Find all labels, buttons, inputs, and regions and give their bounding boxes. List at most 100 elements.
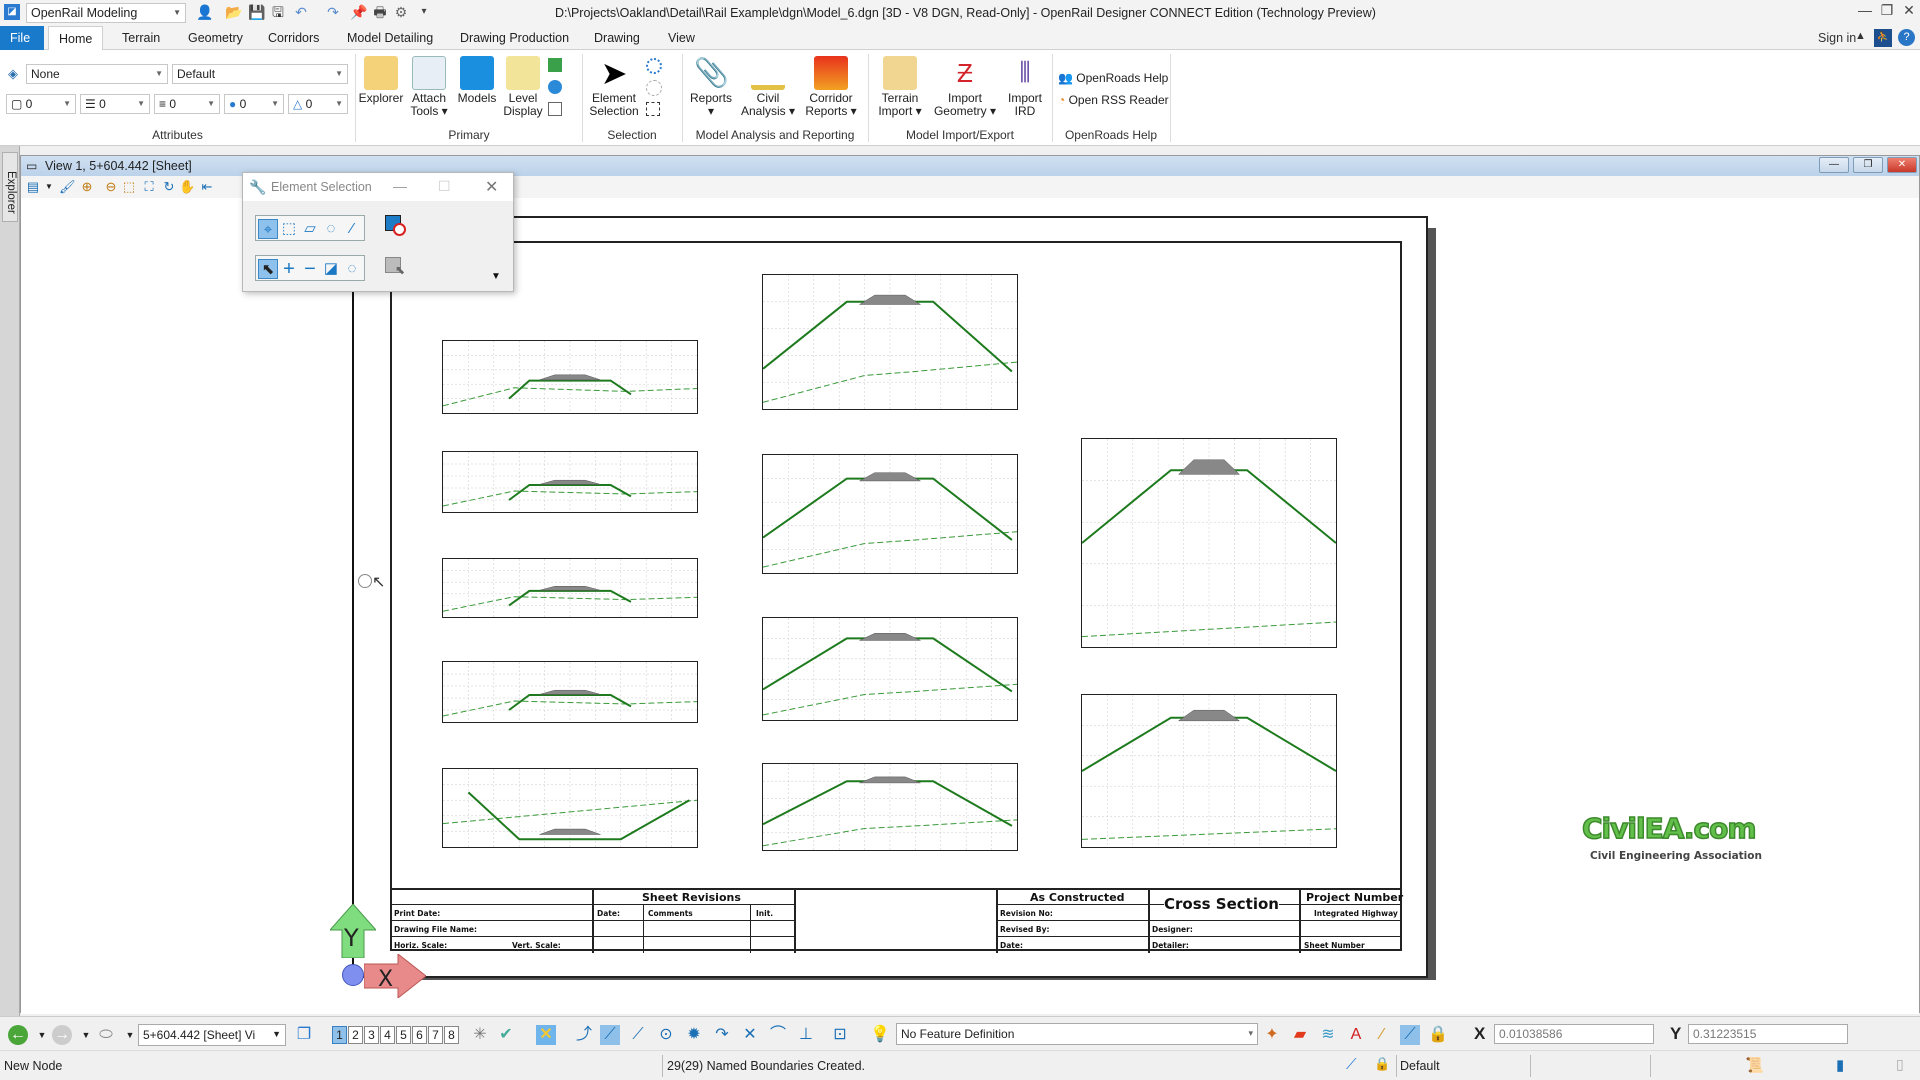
add-selection-icon[interactable]: + (279, 259, 299, 279)
weight-select[interactable]: ≡ 0 ▼ (154, 94, 220, 114)
select-all-icon[interactable] (646, 58, 662, 74)
restore-button[interactable]: ❐ (1876, 2, 1898, 22)
block-select-icon[interactable]: ⬚ (279, 219, 299, 239)
brush-icon[interactable]: 🖌 (59, 179, 76, 195)
circle-select-icon[interactable]: ◌ (321, 219, 341, 239)
view-restore-button[interactable]: ❐ (1853, 157, 1883, 173)
dialog-close-button[interactable]: ✕ (485, 177, 498, 197)
select-by-button[interactable]: ⬉ (385, 257, 407, 279)
help-icon[interactable]: ? (1898, 29, 1915, 46)
view-groups-icon[interactable]: ❐ (294, 1025, 314, 1045)
pencil-icon[interactable]: ⁄ (1372, 1025, 1392, 1045)
invert-selection-icon[interactable]: ◪ (321, 259, 341, 279)
properties-icon[interactable]: ⚙ (393, 4, 409, 20)
text-style-select[interactable]: Default ▼ (172, 64, 348, 84)
import-ird-button[interactable]: ⫼ Import IRD (1000, 56, 1050, 118)
zoom-out-icon[interactable]: ⊖ (103, 179, 119, 195)
rotate-view-icon[interactable]: ↻ (161, 179, 177, 195)
forward-icon[interactable]: → (52, 1025, 72, 1045)
undo-icon[interactable]: ↶ (293, 4, 309, 20)
collapse-ribbon-icon[interactable]: ▲ (1855, 30, 1866, 42)
expand-dialog-icon[interactable]: ▼ (491, 271, 501, 282)
level-select[interactable]: None ▼ (26, 64, 168, 84)
element-info-icon[interactable] (548, 58, 562, 72)
midpoint-snap-icon[interactable]: ⟋ (628, 1025, 648, 1045)
minimize-button[interactable]: — (1854, 2, 1876, 22)
dialog-minimize-button[interactable]: — (393, 178, 407, 194)
zoom-in-icon[interactable]: ⊕ (79, 179, 95, 195)
attach-tools-button[interactable]: Attach Tools ▾ (406, 56, 452, 118)
explorer-tab[interactable]: Explorer (2, 152, 18, 222)
script-icon[interactable]: 📜 (1745, 1056, 1764, 1074)
explorer-button[interactable]: Explorer (358, 56, 404, 105)
properties-icon[interactable] (548, 80, 562, 94)
individual-select-icon[interactable]: ⌖ (258, 219, 278, 239)
dialog-title-bar[interactable]: 🔧 Element Selection — ☐ ✕ (243, 173, 513, 201)
chevron-down-icon[interactable]: ▼ (120, 1025, 140, 1045)
shape-select-icon[interactable]: ▱ (300, 219, 320, 239)
feature-lightbulb-icon[interactable]: 💡 (870, 1025, 890, 1045)
selection-by-fence-icon[interactable] (646, 102, 660, 116)
lock-status-icon[interactable]: 🔒 (1374, 1056, 1390, 1072)
redo-icon[interactable]: ↷ (325, 4, 341, 20)
origin-snap-icon[interactable]: ✹ (684, 1025, 704, 1045)
pan-view-icon[interactable]: ✋ (179, 179, 195, 195)
intersection-snap-icon[interactable]: ✕ (740, 1025, 760, 1045)
view-page-4[interactable]: 4 (380, 1026, 395, 1044)
x-snap-icon[interactable]: ✕ (536, 1025, 556, 1045)
tab-file[interactable]: File (0, 26, 44, 50)
view-previous-icon[interactable]: ⇤ (199, 179, 215, 195)
view-select[interactable]: 5+604.442 [Sheet] Vi ▼ (138, 1024, 286, 1046)
window-area-icon[interactable]: ⬚ (121, 179, 137, 195)
view-page-5[interactable]: 5 (396, 1026, 411, 1044)
linestyle-select[interactable]: ☰ 0 ▼ (80, 94, 150, 114)
open-folder-icon[interactable]: 📂 (225, 4, 242, 20)
view-page-6[interactable]: 6 (412, 1026, 427, 1044)
clear-selection-icon[interactable] (646, 80, 662, 96)
view-page-8[interactable]: 8 (444, 1026, 459, 1044)
bisector-snap-icon[interactable]: ⊡ (830, 1025, 850, 1045)
chevron-down-icon[interactable]: ▼ (41, 179, 57, 195)
corridor-icon[interactable]: ▰ (1290, 1025, 1310, 1045)
feature-match-icon[interactable]: ✦ (1262, 1025, 1282, 1045)
close-button[interactable]: ✕ (1898, 2, 1920, 22)
lock-icon[interactable]: 🔒 (1428, 1025, 1448, 1045)
view-close-button[interactable]: ✕ (1887, 157, 1917, 173)
center-snap-icon[interactable]: ⊙ (656, 1025, 676, 1045)
document-status-icon[interactable]: ▯ (1896, 1056, 1904, 1073)
view-page-7[interactable]: 7 (428, 1026, 443, 1044)
saved-view-icon[interactable]: ⬭ (96, 1025, 116, 1045)
print-icon[interactable]: 🖶 (372, 4, 388, 20)
save-icon[interactable]: 💾 (248, 4, 265, 20)
color-select[interactable]: ▢ 0 ▼ (6, 94, 76, 114)
reports-button[interactable]: 📎 Reports ▾ (686, 56, 736, 118)
models-button[interactable]: Models (454, 56, 500, 105)
tab-terrain[interactable]: Terrain (112, 26, 170, 50)
chevron-down-icon[interactable]: ▼ (32, 1025, 52, 1045)
new-selection-icon[interactable]: ⬉ (258, 259, 278, 279)
view-attributes-icon[interactable]: ▤ (25, 179, 41, 195)
select-all-icon[interactable]: ◌ (342, 259, 362, 279)
subtract-selection-icon[interactable]: − (300, 259, 320, 279)
level-display-button[interactable]: Level Display (500, 56, 546, 118)
tangent-snap-icon[interactable]: ↷ (712, 1025, 732, 1045)
view-minimize-button[interactable]: — (1819, 157, 1849, 173)
accudraw-status-icon[interactable]: ⟋ (1346, 1056, 1357, 1073)
perpendicular-snap-icon[interactable]: ⊥ (796, 1025, 816, 1045)
tab-home[interactable]: Home (48, 26, 104, 51)
community-icon[interactable]: ⛹ (1874, 29, 1892, 47)
workflow-select[interactable]: OpenRail Modeling ▼ (26, 3, 186, 23)
template-icon[interactable]: ≋ (1318, 1025, 1338, 1045)
rss-reader-button[interactable]: ◔ Open RSS Reader (1058, 93, 1169, 107)
element-selection-button[interactable]: ➤ Element Selection (586, 56, 642, 118)
line-select-icon[interactable]: ⁄ (342, 219, 362, 239)
corridor-reports-button[interactable]: Corridor Reports ▾ (800, 56, 862, 118)
snap-icon[interactable]: ✳ (470, 1025, 490, 1045)
tab-geometry[interactable]: Geometry (178, 26, 253, 50)
tab-drawing-production[interactable]: Drawing Production (450, 26, 579, 50)
customize-qat-icon[interactable]: ▾ (416, 4, 432, 20)
tab-model-detailing[interactable]: Model Detailing (337, 26, 443, 50)
fit-view-icon[interactable]: ⛶ (141, 179, 157, 195)
priority-select[interactable]: △ 0 ▼ (288, 94, 348, 114)
dialog-maximize-button[interactable]: ☐ (438, 178, 451, 195)
